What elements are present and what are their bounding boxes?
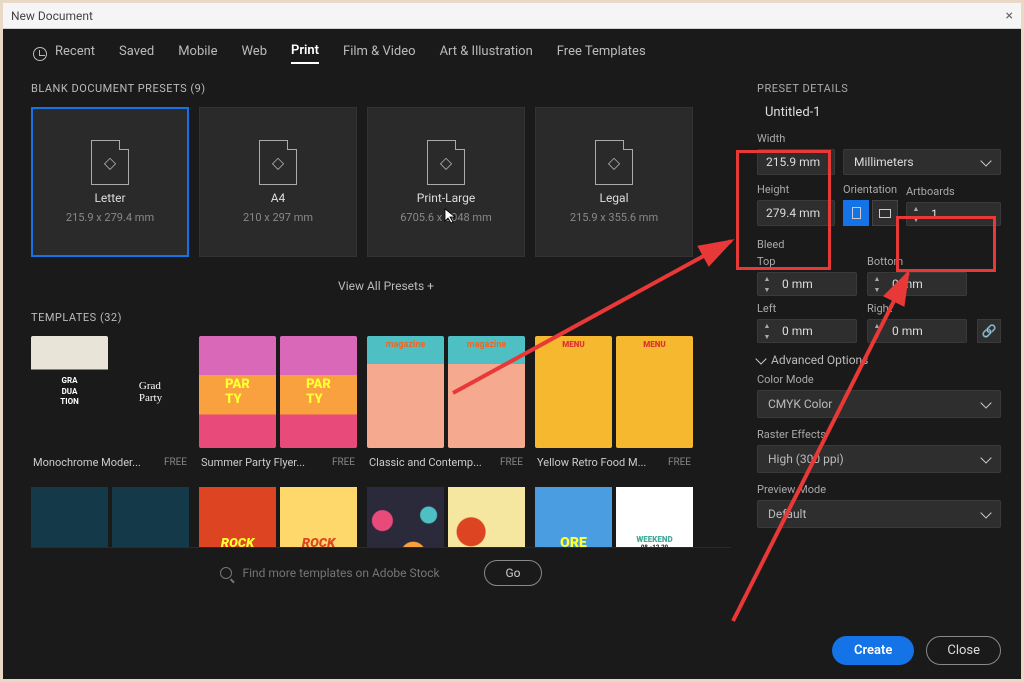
window-title: New Document bbox=[11, 9, 93, 23]
template-card[interactable]: 25mEventNameHere 07mEventNameHere bbox=[31, 487, 189, 547]
preset-name: Legal bbox=[599, 191, 628, 205]
chevron-down-icon bbox=[980, 397, 991, 408]
template-card[interactable]: magazine magazine Classic and Contemp...… bbox=[367, 336, 525, 477]
view-all-presets-button[interactable]: View All Presets + bbox=[31, 279, 741, 293]
preset-dim: 210 x 297 mm bbox=[243, 211, 313, 224]
width-label: Width bbox=[757, 132, 1001, 145]
template-card[interactable]: ORE WEEKEND08.-12.20 bbox=[535, 487, 693, 547]
bleed-right-label: Right bbox=[867, 302, 967, 315]
chevron-down-icon bbox=[980, 452, 991, 463]
chevron-down-icon bbox=[755, 353, 766, 364]
template-card[interactable]: MENU MENU Yellow Retro Food M... FREE bbox=[535, 336, 693, 477]
stepper-up-icon[interactable]: ▲ bbox=[907, 203, 925, 214]
preset-name: A4 bbox=[271, 191, 286, 205]
preset-print-large[interactable]: ◇ Print-Large 6705.6 x 3048 mm bbox=[367, 107, 525, 257]
template-card[interactable]: GRADUATION GradParty Monochrome Moder...… bbox=[31, 336, 189, 477]
template-card[interactable] bbox=[367, 487, 525, 547]
presets-header: BLANK DOCUMENT PRESETS (9) bbox=[31, 82, 741, 95]
preset-name: Print-Large bbox=[417, 191, 475, 205]
tab-mobile[interactable]: Mobile bbox=[178, 44, 217, 63]
stepper-down-icon[interactable]: ▼ bbox=[907, 214, 925, 225]
bleed-left-label: Left bbox=[757, 302, 857, 315]
template-tag: FREE bbox=[332, 457, 355, 468]
chevron-down-icon bbox=[980, 507, 991, 518]
raster-effects-label: Raster Effects bbox=[757, 428, 1001, 441]
template-tag: FREE bbox=[164, 457, 187, 468]
bleed-label: Bleed bbox=[757, 238, 1001, 251]
window-close-icon[interactable]: × bbox=[1006, 8, 1013, 24]
clock-icon bbox=[33, 47, 47, 61]
orientation-portrait-button[interactable] bbox=[843, 200, 869, 226]
search-icon bbox=[220, 567, 232, 579]
artboards-stepper[interactable]: ▲▼ bbox=[906, 202, 1001, 226]
bleed-right-stepper[interactable]: ▲▼ bbox=[867, 319, 967, 343]
preset-details-header: PRESET DETAILS bbox=[757, 82, 1001, 95]
preset-dim: 215.9 x 279.4 mm bbox=[66, 211, 154, 224]
template-search-input[interactable] bbox=[242, 566, 472, 580]
template-card[interactable]: ROCK ROCK bbox=[199, 487, 357, 547]
preset-dim: 6705.6 x 3048 mm bbox=[400, 211, 491, 224]
bleed-top-stepper[interactable]: ▲▼ bbox=[757, 272, 857, 296]
preset-name: Letter bbox=[94, 191, 125, 205]
artboards-input[interactable] bbox=[925, 204, 980, 224]
preview-mode-select[interactable]: Default bbox=[757, 500, 1001, 528]
preview-mode-label: Preview Mode bbox=[757, 483, 1001, 496]
color-mode-select[interactable]: CMYK Color bbox=[757, 390, 1001, 418]
template-card[interactable]: PARTY PARTY Summer Party Flyer... FREE bbox=[199, 336, 357, 477]
orientation-landscape-button[interactable] bbox=[872, 200, 898, 226]
bleed-top-label: Top bbox=[757, 255, 857, 268]
template-name: Classic and Contemp... bbox=[369, 456, 482, 469]
templates-header: TEMPLATES (32) bbox=[31, 311, 741, 324]
tab-free-templates[interactable]: Free Templates bbox=[557, 44, 646, 63]
template-name: Yellow Retro Food M... bbox=[537, 456, 646, 469]
tab-saved[interactable]: Saved bbox=[119, 44, 154, 63]
tab-art-illustration[interactable]: Art & Illustration bbox=[440, 44, 533, 63]
height-label: Height bbox=[757, 183, 835, 196]
template-name: Monochrome Moder... bbox=[33, 456, 141, 469]
bleed-bottom-label: Bottom bbox=[867, 255, 967, 268]
artboards-label: Artboards bbox=[906, 185, 1001, 198]
template-tag: FREE bbox=[668, 457, 691, 468]
document-name-input[interactable]: Untitled-1 bbox=[765, 105, 1001, 120]
raster-effects-select[interactable]: High (300 ppi) bbox=[757, 445, 1001, 473]
link-bleed-icon[interactable]: 🔗 bbox=[977, 319, 1001, 343]
advanced-options-toggle[interactable]: Advanced Options bbox=[757, 353, 1001, 367]
tab-recent[interactable]: Recent bbox=[55, 44, 95, 63]
bleed-bottom-stepper[interactable]: ▲▼ bbox=[867, 272, 967, 296]
orientation-label: Orientation bbox=[843, 183, 898, 196]
width-input[interactable] bbox=[757, 149, 835, 175]
search-go-button[interactable]: Go bbox=[484, 560, 541, 586]
bleed-left-stepper[interactable]: ▲▼ bbox=[757, 319, 857, 343]
preset-a4[interactable]: ◇ A4 210 x 297 mm bbox=[199, 107, 357, 257]
close-button[interactable]: Close bbox=[926, 636, 1001, 665]
category-tabs: Recent Saved Mobile Web Print Film & Vid… bbox=[3, 29, 1021, 74]
color-mode-label: Color Mode bbox=[757, 373, 1001, 386]
template-name: Summer Party Flyer... bbox=[201, 456, 305, 469]
preset-legal[interactable]: ◇ Legal 215.9 x 355.6 mm bbox=[535, 107, 693, 257]
preset-letter[interactable]: ◇ Letter 215.9 x 279.4 mm bbox=[31, 107, 189, 257]
units-select[interactable]: Millimeters bbox=[843, 149, 1001, 175]
window-titlebar: New Document × bbox=[3, 3, 1021, 29]
template-tag: FREE bbox=[500, 457, 523, 468]
create-button[interactable]: Create bbox=[832, 636, 914, 665]
tab-print[interactable]: Print bbox=[291, 43, 319, 64]
tab-film-video[interactable]: Film & Video bbox=[343, 44, 416, 63]
height-input[interactable] bbox=[757, 200, 835, 226]
tab-web[interactable]: Web bbox=[241, 44, 267, 63]
chevron-down-icon bbox=[980, 155, 991, 166]
preset-dim: 215.9 x 355.6 mm bbox=[570, 211, 658, 224]
